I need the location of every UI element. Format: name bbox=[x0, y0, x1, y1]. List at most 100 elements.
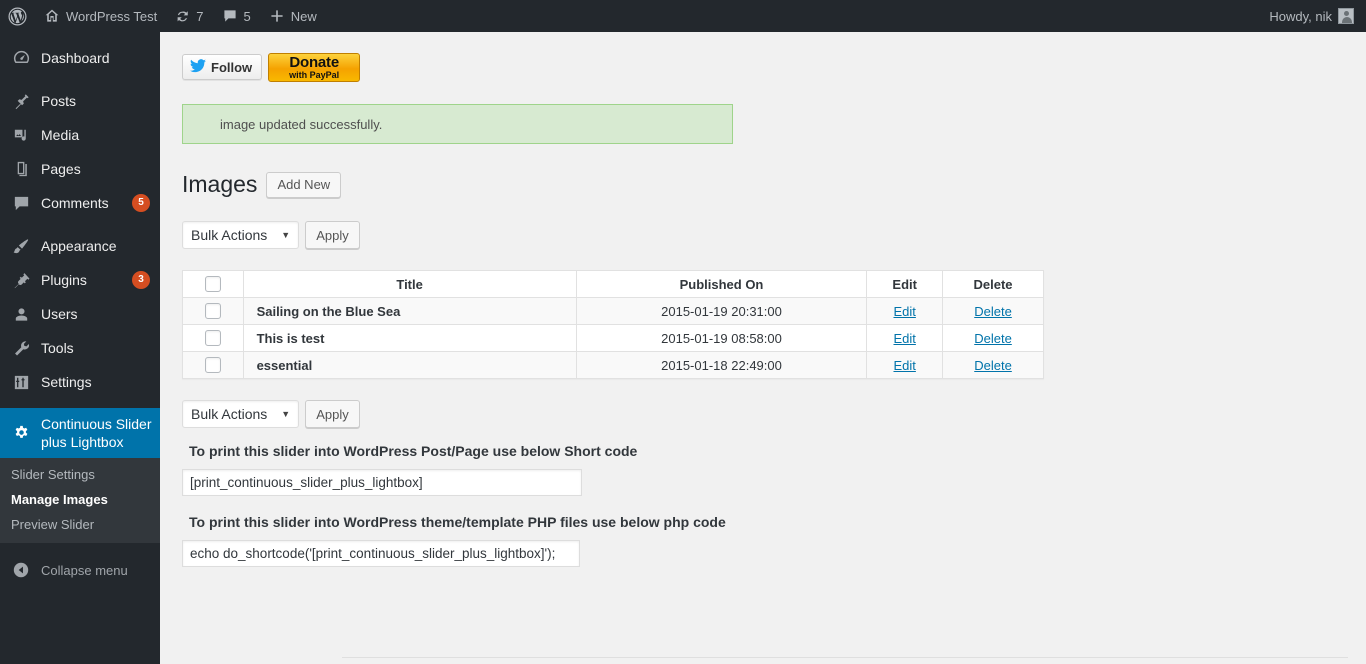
delete-link[interactable]: Delete bbox=[974, 304, 1012, 319]
gear-icon bbox=[11, 424, 31, 443]
plugins-badge: 3 bbox=[132, 271, 150, 289]
media-icon bbox=[11, 126, 31, 145]
menu-spacer-top bbox=[0, 32, 160, 41]
sidebar-item-label-line1: Continuous Slider bbox=[41, 416, 152, 432]
menu-spacer-2 bbox=[0, 220, 160, 229]
sidebar-item-pages[interactable]: Pages bbox=[0, 152, 160, 186]
sidebar-item-media[interactable]: Media bbox=[0, 118, 160, 152]
delete-link[interactable]: Delete bbox=[974, 358, 1012, 373]
sidebar-item-label: Tools bbox=[41, 340, 74, 356]
edit-link[interactable]: Edit bbox=[893, 304, 915, 319]
sidebar-item-comments[interactable]: Comments 5 bbox=[0, 186, 160, 220]
sidebar-item-posts[interactable]: Posts bbox=[0, 84, 160, 118]
phpcode-input[interactable] bbox=[182, 540, 580, 567]
delete-link[interactable]: Delete bbox=[974, 331, 1012, 346]
sidebar-submenu: Slider Settings Manage Images Preview Sl… bbox=[0, 458, 160, 543]
select-all-header bbox=[182, 270, 244, 298]
comments-count: 5 bbox=[243, 8, 251, 24]
sidebar-item-settings[interactable]: Settings bbox=[0, 365, 160, 399]
table-row: essential 2015-01-18 22:49:00 Edit Delet… bbox=[182, 351, 1044, 379]
page-heading-row: Images Add New bbox=[182, 170, 1346, 199]
row-checkbox[interactable] bbox=[204, 303, 221, 320]
sidebar-item-label: Plugins bbox=[41, 272, 87, 288]
bulk-actions-select-bottom[interactable]: Bulk Actions ▼ bbox=[182, 400, 300, 428]
new-content-menu-item[interactable]: New bbox=[260, 0, 326, 32]
wordpress-logo-icon bbox=[8, 6, 27, 26]
donate-with-paypal-button[interactable]: Donate with PayPal bbox=[268, 52, 361, 82]
sidebar-item-appearance[interactable]: Appearance bbox=[0, 229, 160, 263]
chevron-down-icon: ▼ bbox=[281, 409, 291, 419]
phpcode-label: To print this slider into WordPress them… bbox=[189, 514, 726, 530]
sidebar-item-continuous-slider-plus-lightbox[interactable]: Continuous Slider plus Lightbox bbox=[0, 408, 168, 458]
user-icon bbox=[11, 305, 31, 324]
donate-sublabel: with PayPal bbox=[289, 69, 340, 80]
sidebar-item-label: Posts bbox=[41, 93, 77, 109]
edit-link[interactable]: Edit bbox=[893, 331, 915, 346]
plus-icon bbox=[269, 8, 285, 24]
bulk-actions-bar-bottom: Bulk Actions ▼ Apply bbox=[182, 400, 1346, 428]
home-icon bbox=[44, 8, 60, 24]
bulk-actions-select-top[interactable]: Bulk Actions ▼ bbox=[182, 221, 300, 249]
sidebar-item-label: Comments bbox=[41, 195, 109, 211]
row-edit-cell: Edit bbox=[866, 351, 944, 379]
sidebar-item-users[interactable]: Users bbox=[0, 297, 160, 331]
bulk-actions-select-value: Bulk Actions bbox=[191, 227, 268, 243]
row-title: This is test bbox=[242, 324, 577, 352]
row-select-cell bbox=[182, 297, 244, 325]
row-title: essential bbox=[242, 351, 577, 379]
add-new-button[interactable]: Add New bbox=[266, 171, 342, 198]
wp-logo-menu-item[interactable] bbox=[0, 0, 35, 32]
paintbrush-icon bbox=[11, 237, 31, 256]
sidebar-item-tools[interactable]: Tools bbox=[0, 331, 160, 365]
row-checkbox[interactable] bbox=[204, 357, 221, 374]
sidebar-item-plugins[interactable]: Plugins 3 bbox=[0, 263, 160, 297]
admin-bar-right: Howdy, nik bbox=[1260, 0, 1366, 32]
follow-label: Follow bbox=[211, 59, 253, 75]
row-select-cell bbox=[182, 324, 244, 352]
row-checkbox[interactable] bbox=[204, 330, 221, 347]
pages-icon bbox=[11, 160, 31, 179]
notice-message: image updated successfully. bbox=[220, 116, 383, 132]
pin-icon bbox=[11, 92, 31, 111]
sidebar-item-label: Appearance bbox=[41, 238, 117, 254]
comments-badge: 5 bbox=[132, 194, 150, 212]
submenu-item-manage-images[interactable]: Manage Images bbox=[0, 487, 160, 512]
row-published-on: 2015-01-19 20:31:00 bbox=[575, 297, 868, 325]
sidebar-item-dashboard[interactable]: Dashboard bbox=[0, 41, 160, 75]
sidebar-item-label: Dashboard bbox=[41, 50, 110, 66]
edit-link[interactable]: Edit bbox=[893, 358, 915, 373]
submenu-item-slider-settings[interactable]: Slider Settings bbox=[0, 462, 160, 487]
submenu-item-preview-slider[interactable]: Preview Slider bbox=[0, 512, 160, 537]
row-delete-cell: Delete bbox=[942, 324, 1044, 352]
plugin-icon bbox=[11, 271, 31, 290]
apply-button-top[interactable]: Apply bbox=[305, 221, 360, 249]
collapse-arrow-icon bbox=[11, 561, 31, 579]
images-table: Title Published On Edit Delete Sailing o… bbox=[182, 270, 1044, 379]
images-table-body: Sailing on the Blue Sea 2015-01-19 20:31… bbox=[182, 297, 1044, 379]
collapse-menu-button[interactable]: Collapse menu bbox=[0, 552, 160, 588]
apply-button-bottom[interactable]: Apply bbox=[305, 400, 360, 428]
table-row: Sailing on the Blue Sea 2015-01-19 20:31… bbox=[182, 297, 1044, 325]
sidebar-item-label: Settings bbox=[41, 374, 92, 390]
shortcode-label: To print this slider into WordPress Post… bbox=[189, 443, 638, 459]
bulk-actions-select-value: Bulk Actions bbox=[191, 406, 268, 422]
select-all-checkbox[interactable] bbox=[204, 276, 221, 293]
comments-menu-item[interactable]: 5 bbox=[213, 0, 260, 32]
twitter-follow-button[interactable]: Follow bbox=[182, 54, 263, 80]
collapse-menu-label: Collapse menu bbox=[41, 562, 128, 578]
comment-bubble-icon bbox=[222, 8, 238, 24]
row-edit-cell: Edit bbox=[866, 324, 944, 352]
updates-menu-item[interactable]: 7 bbox=[166, 0, 212, 32]
site-name-menu-item[interactable]: WordPress Test bbox=[35, 0, 166, 32]
row-delete-cell: Delete bbox=[942, 297, 1044, 325]
success-notice: image updated successfully. bbox=[182, 104, 733, 144]
admin-bar: WordPress Test 7 5 New Howdy, nik bbox=[0, 0, 1366, 32]
sidebar-item-label: Pages bbox=[41, 161, 81, 177]
sidebar-item-label-line2: plus Lightbox bbox=[41, 434, 124, 450]
site-name-label: WordPress Test bbox=[66, 8, 158, 24]
shortcode-input[interactable] bbox=[182, 469, 582, 496]
admin-sidebar-menu: Dashboard Posts Media Pages Comments 5 A… bbox=[0, 32, 168, 664]
my-account-menu-item[interactable]: Howdy, nik bbox=[1260, 0, 1354, 32]
settings-sliders-icon bbox=[11, 373, 31, 392]
row-published-on: 2015-01-19 08:58:00 bbox=[575, 324, 868, 352]
